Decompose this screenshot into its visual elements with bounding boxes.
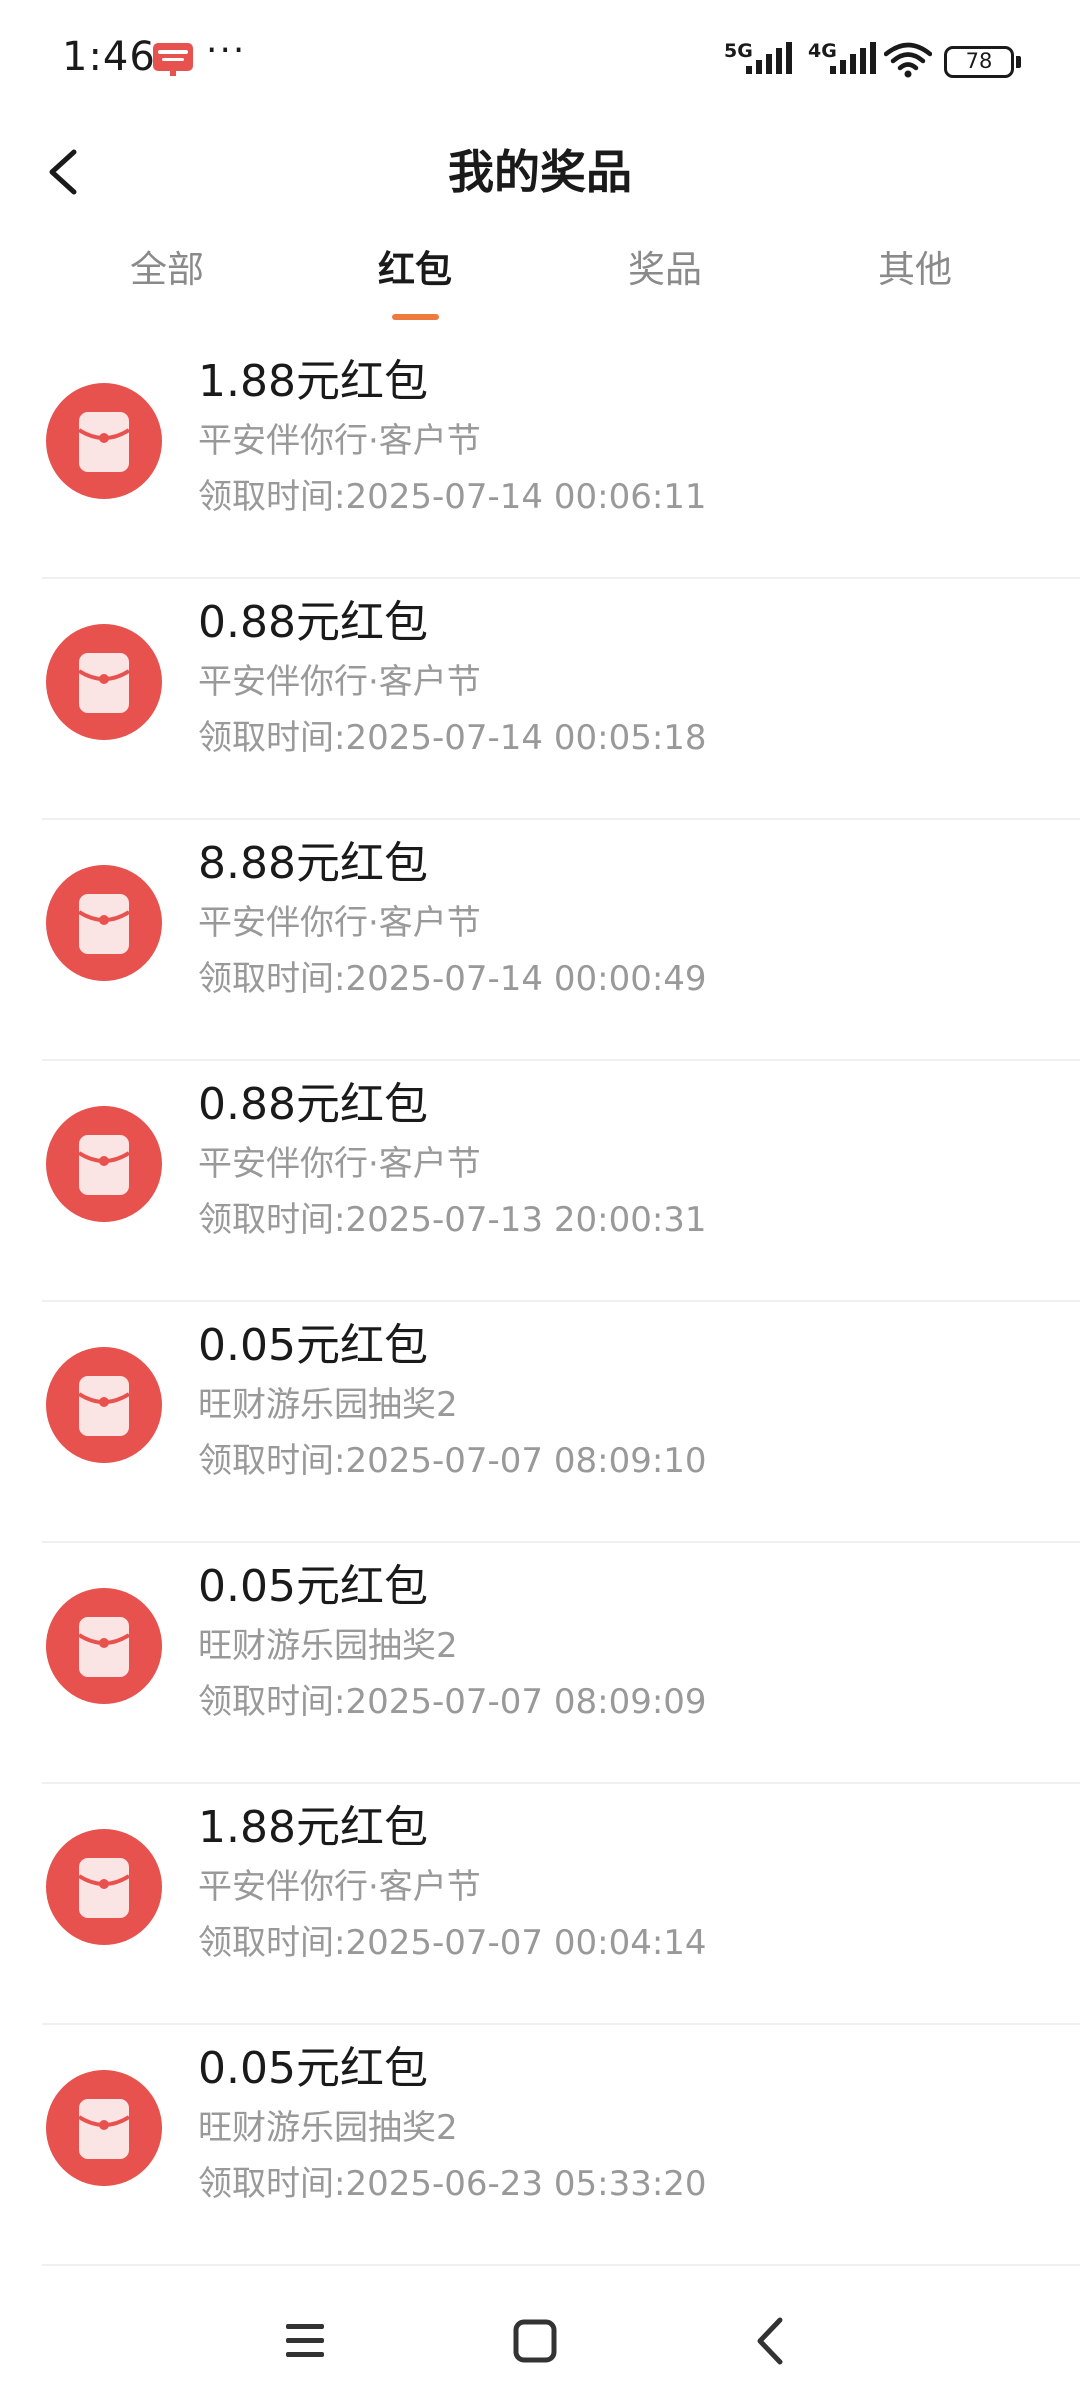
page-title: 我的奖品 (448, 145, 632, 199)
red-packet-icon (45, 864, 163, 982)
screen: 1:46 ··· 5G 4G 78 我的奖品 全部 红包 奖品 其他 1.88元… (0, 0, 1080, 2400)
tab-all[interactable]: 全部 (67, 230, 267, 310)
item-title: 1.88元红包 (198, 356, 428, 407)
tab-other[interactable]: 其他 (815, 230, 1015, 310)
status-time: 1:46 (62, 34, 156, 80)
item-title: 1.88元红包 (198, 1802, 428, 1853)
tab-red-packet[interactable]: 红包 (315, 230, 515, 310)
item-claim-time: 领取时间:2025-07-14 00:06:11 (198, 477, 707, 517)
item-source: 旺财游乐园抽奖2 (198, 2108, 458, 2148)
item-title: 0.05元红包 (198, 1320, 428, 1371)
item-title: 0.05元红包 (198, 2043, 428, 2094)
item-claim-time: 领取时间:2025-07-07 08:09:09 (198, 1682, 707, 1722)
item-title: 0.88元红包 (198, 597, 428, 648)
item-source: 旺财游乐园抽奖2 (198, 1626, 458, 1666)
nav-menu-button[interactable] (274, 2306, 344, 2376)
battery-level: 78 (965, 49, 993, 73)
signal-5g-icon: 5G (724, 40, 796, 76)
list-item[interactable]: 0.05元红包旺财游乐园抽奖2 领取时间:2025-06-23 05:33:20 (0, 2025, 1080, 2266)
item-source: 平安伴你行·客户节 (198, 903, 481, 943)
list-item[interactable]: 1.88元红包平安伴你行·客户节领取时间:2025-07-07 00:04:14 (0, 1784, 1080, 2025)
item-claim-time: 领取时间:2025-06-23 05:33:20 (198, 2164, 707, 2204)
divider (42, 2264, 1080, 2266)
red-packet-icon (45, 2069, 163, 2187)
item-source: 平安伴你行·客户节 (198, 421, 481, 461)
header: 我的奖品 (0, 124, 1080, 220)
battery-icon: 78 (944, 46, 1024, 78)
navigation-bar (0, 2280, 1080, 2400)
chevron-left-icon (49, 149, 77, 195)
menu-icon (286, 2324, 324, 2357)
list-item[interactable]: 8.88元红包平安伴你行·客户节领取时间:2025-07-14 00:00:49 (0, 820, 1080, 1061)
app-notification-icon (152, 42, 194, 76)
more-notifications-indicator: ··· (206, 30, 247, 71)
item-claim-time: 领取时间:2025-07-07 08:09:10 (198, 1441, 707, 1481)
tab-prizes[interactable]: 奖品 (565, 230, 765, 310)
red-packet-icon (45, 1105, 163, 1223)
signal-4g-icon: 4G (808, 40, 880, 76)
red-packet-icon (45, 382, 163, 500)
list-item[interactable]: 0.05元红包旺财游乐园抽奖2 领取时间:2025-07-07 08:09:09 (0, 1543, 1080, 1784)
nav-home-button[interactable] (504, 2306, 574, 2376)
item-source: 平安伴你行·客户节 (198, 662, 481, 702)
red-packet-icon (45, 1587, 163, 1705)
wifi-icon (883, 42, 933, 78)
item-claim-time: 领取时间:2025-07-14 00:00:49 (198, 959, 707, 999)
item-claim-time: 领取时间:2025-07-14 00:05:18 (198, 718, 707, 758)
list-item[interactable]: 0.05元红包旺财游乐园抽奖2 领取时间:2025-07-07 08:09:10 (0, 1302, 1080, 1543)
status-bar: 1:46 ··· 5G 4G 78 (0, 0, 1080, 124)
red-packet-icon (45, 623, 163, 741)
list-item[interactable]: 1.88元红包平安伴你行·客户节领取时间:2025-07-14 00:06:11 (0, 338, 1080, 579)
list-item[interactable]: 0.88元红包平安伴你行·客户节领取时间:2025-07-13 20:00:31 (0, 1061, 1080, 1302)
home-square-icon (513, 2319, 557, 2363)
prize-list: 1.88元红包 平安伴你行·客户节 领取时间:2025-07-14 00:06:11… (0, 338, 1080, 2266)
item-title: 0.05元红包 (198, 1561, 428, 1612)
list-item[interactable]: 0.88元红包平安伴你行·客户节领取时间:2025-07-14 00:05:18 (0, 579, 1080, 820)
item-title: 0.88元红包 (198, 1079, 428, 1130)
back-button[interactable] (34, 134, 104, 210)
item-claim-time: 领取时间:2025-07-13 20:00:31 (198, 1200, 707, 1240)
nav-back-button[interactable] (740, 2306, 810, 2376)
item-source: 平安伴你行·客户节 (198, 1867, 481, 1907)
item-source: 平安伴你行·客户节 (198, 1144, 481, 1184)
red-packet-icon (45, 1828, 163, 1946)
red-packet-icon (45, 1346, 163, 1464)
back-triangle-icon (757, 2317, 783, 2365)
item-title: 8.88元红包 (198, 838, 428, 889)
active-tab-indicator (392, 314, 439, 320)
item-claim-time: 领取时间:2025-07-07 00:04:14 (198, 1923, 707, 1963)
tab-bar: 全部 红包 奖品 其他 (0, 230, 1080, 326)
item-source: 旺财游乐园抽奖2 (198, 1385, 458, 1425)
